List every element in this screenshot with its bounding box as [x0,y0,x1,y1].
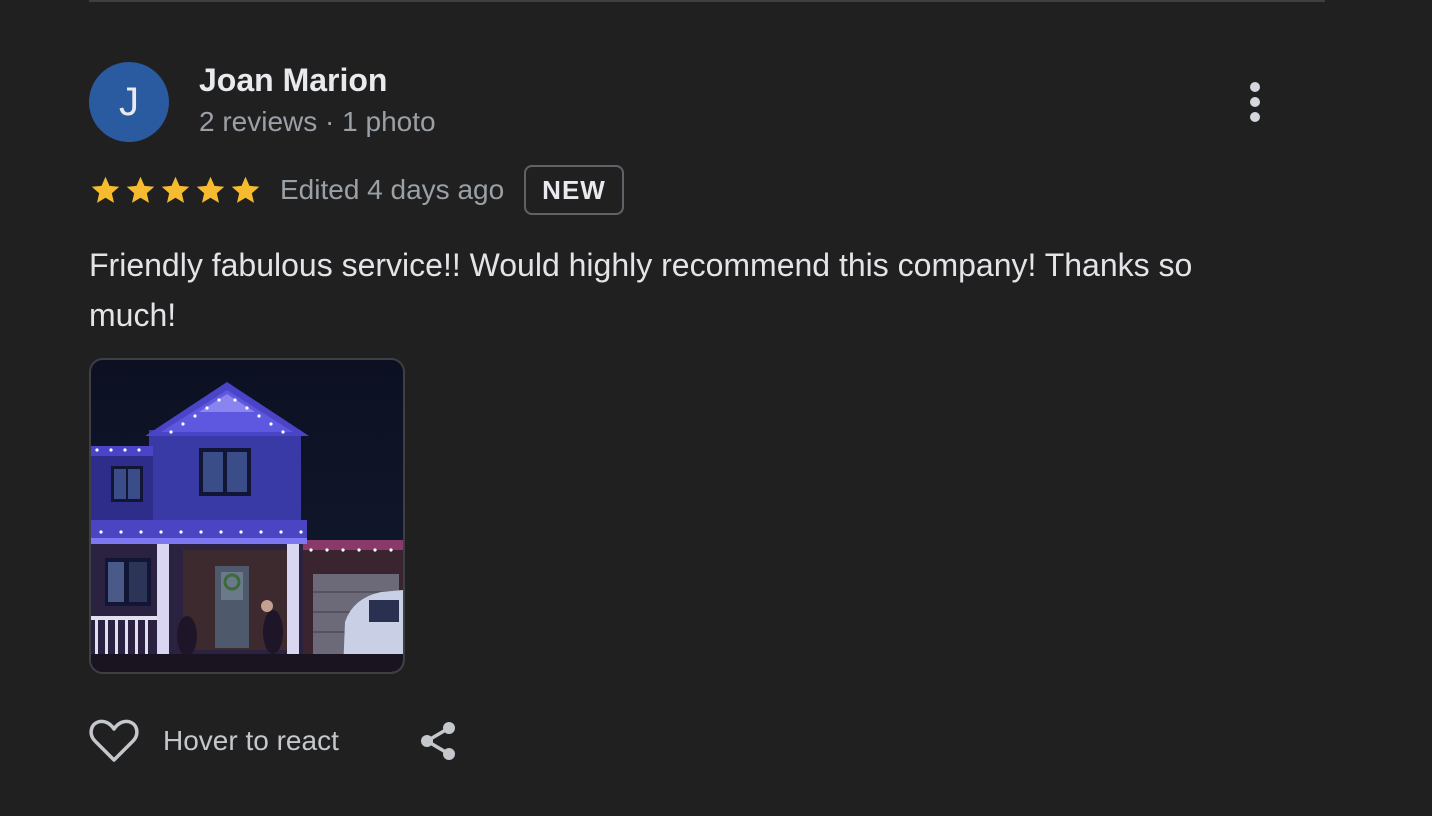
more-vert-icon [1250,82,1260,92]
review-photo[interactable] [89,358,405,674]
review-card: J Joan Marion 2 reviews · 1 photo Edited… [0,0,1432,816]
star-rating [89,174,262,207]
share-icon [420,722,455,760]
edited-label: Edited 4 days ago [280,174,505,205]
heart-outline-icon [89,719,139,762]
share-button[interactable] [417,720,459,762]
react-button[interactable]: Hover to react [89,718,339,764]
more-options-button[interactable] [1236,78,1276,126]
reviewer-name[interactable]: Joan Marion [199,62,387,99]
rating-row: Edited 4 days ago NEW [89,163,624,217]
star-icon [231,176,260,203]
avatar[interactable]: J [89,62,169,142]
star-icon [91,176,120,203]
reviewer-meta: 2 reviews · 1 photo [199,106,436,137]
star-icon [196,176,225,203]
review-text: Friendly fabulous service!! Would highly… [89,247,1193,333]
avatar-initial: J [119,79,139,124]
new-badge: NEW [524,165,624,215]
star-icon [126,176,155,203]
house-photo [91,360,403,672]
react-label: Hover to react [163,725,339,756]
star-icon [161,176,190,203]
review-actions: Hover to react [89,714,459,768]
